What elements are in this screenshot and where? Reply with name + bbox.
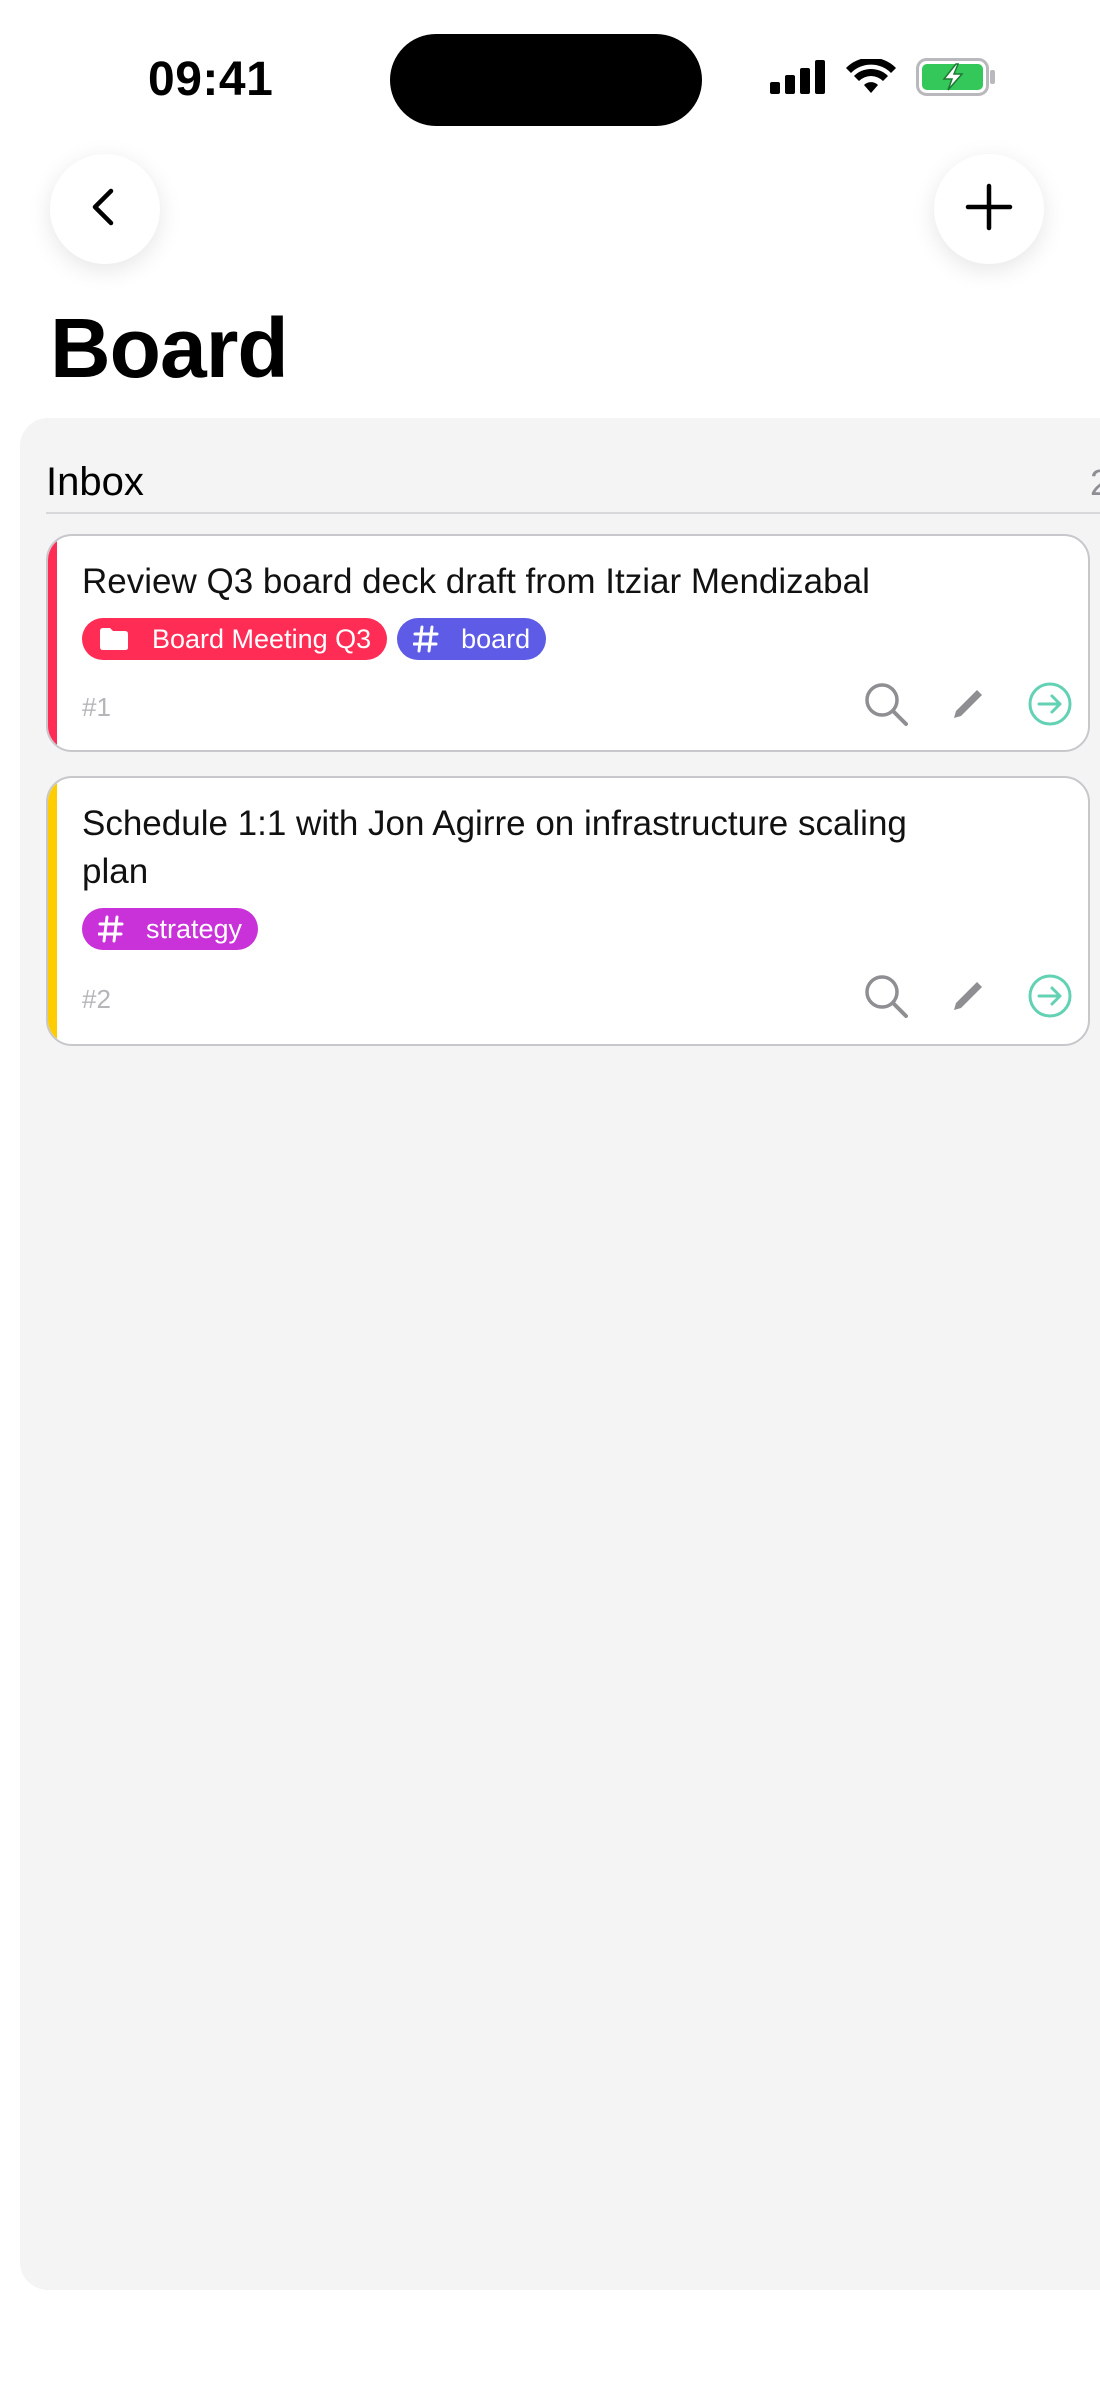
- column-count: 2: [1089, 462, 1100, 503]
- move-button[interactable]: [1026, 682, 1074, 730]
- card-priority-accent: [48, 778, 57, 1044]
- arrow-right-circle-icon: [1027, 973, 1073, 1024]
- search-button[interactable]: [862, 682, 910, 730]
- tag-label: Board Meeting Q3: [152, 623, 372, 654]
- status-bar: 09:41: [0, 0, 1100, 150]
- inbox-column: Inbox 2 Review Q3 board deck draft from …: [20, 418, 1100, 2290]
- dynamic-island: [390, 34, 702, 126]
- card-priority-accent: [48, 536, 57, 750]
- move-button[interactable]: [1026, 974, 1074, 1022]
- task-card[interactable]: Schedule 1:1 with Jon Agirre on infrastr…: [46, 776, 1090, 1046]
- arrow-right-circle-icon: [1027, 681, 1073, 732]
- tag-hashtag[interactable]: board: [397, 618, 547, 660]
- status-time: 09:41: [148, 53, 274, 106]
- folder-icon: [98, 626, 130, 652]
- back-button[interactable]: [50, 154, 160, 264]
- tag-label: strategy: [146, 913, 243, 944]
- plus-icon: [964, 182, 1014, 237]
- card-actions: [862, 974, 1074, 1022]
- tag-label: board: [461, 623, 531, 654]
- card-tags: strategy: [82, 908, 259, 950]
- column-header: Inbox 2: [46, 440, 1100, 514]
- pencil-icon: [948, 684, 988, 729]
- pencil-icon: [948, 976, 988, 1021]
- card-actions: [862, 682, 1074, 730]
- edit-button[interactable]: [944, 682, 992, 730]
- search-icon: [863, 681, 909, 732]
- tag-project[interactable]: Board Meeting Q3: [82, 618, 388, 660]
- nav-bar: [0, 150, 1100, 310]
- tag-hashtag[interactable]: strategy: [82, 908, 259, 950]
- hash-icon: [98, 915, 124, 943]
- search-icon: [863, 973, 909, 1024]
- cellular-signal-icon: [770, 60, 826, 99]
- card-title: Review Q3 board deck draft from Itziar M…: [82, 562, 870, 601]
- task-card[interactable]: Review Q3 board deck draft from Itziar M…: [46, 534, 1090, 752]
- card-id: #1: [82, 692, 111, 722]
- search-button[interactable]: [862, 974, 910, 1022]
- edit-button[interactable]: [944, 974, 992, 1022]
- add-button[interactable]: [934, 154, 1044, 264]
- column-title: Inbox: [46, 460, 144, 504]
- status-icons: [770, 57, 996, 101]
- page-title: Board: [50, 301, 289, 395]
- wifi-icon: [846, 57, 896, 100]
- card-id: #2: [82, 984, 111, 1014]
- card-title: Schedule 1:1 with Jon Agirre on infrastr…: [82, 804, 907, 891]
- battery-charging-icon: [916, 58, 996, 101]
- hash-icon: [413, 625, 439, 653]
- chevron-left-icon: [83, 185, 127, 234]
- card-tags: Board Meeting Q3 board: [82, 618, 547, 660]
